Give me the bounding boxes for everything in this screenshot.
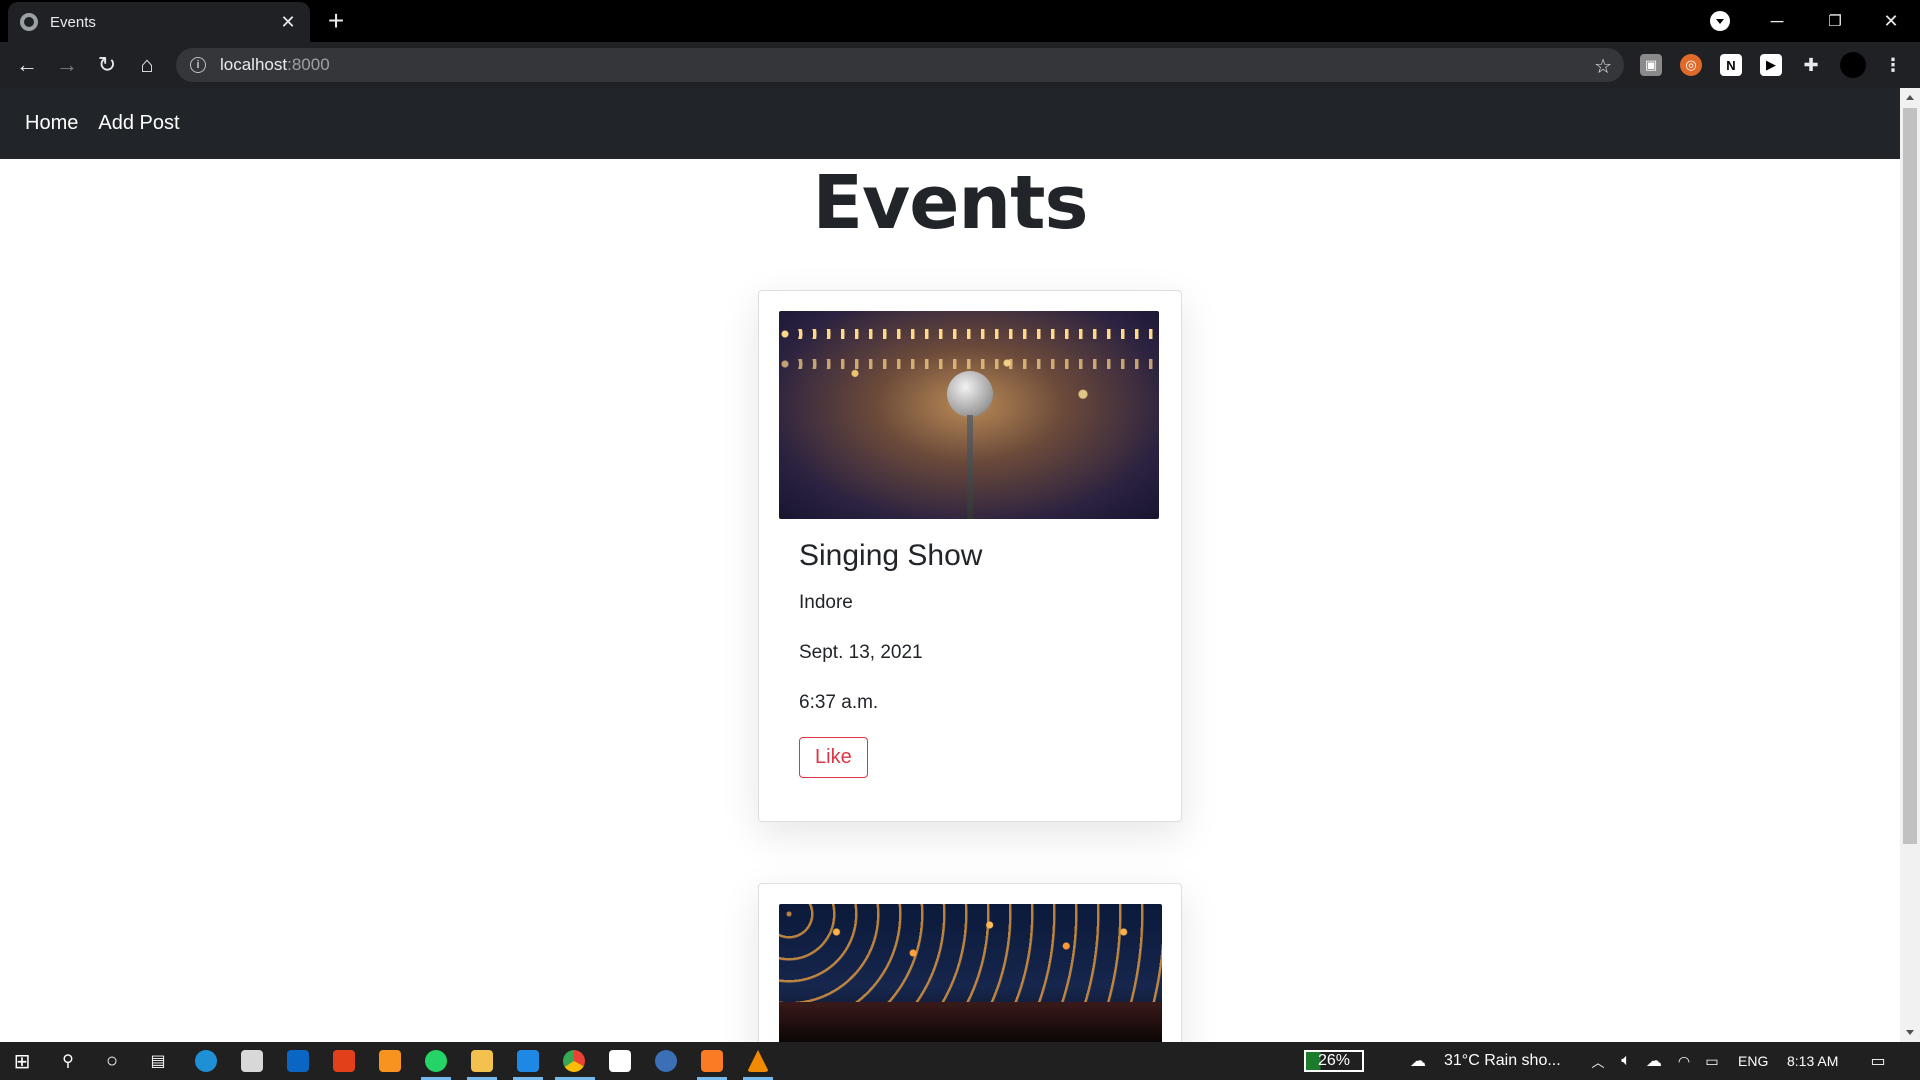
chrome-icon[interactable] <box>563 1050 585 1072</box>
weather-cloud-icon[interactable]: ☁ <box>1406 1049 1430 1073</box>
scroll-down-arrow-icon[interactable] <box>1906 1030 1914 1035</box>
notifications-icon[interactable]: ▭ <box>1866 1049 1890 1073</box>
restore-button[interactable]: ❐ <box>1806 0 1864 42</box>
string-lights <box>779 359 1159 369</box>
mail-icon[interactable] <box>287 1050 309 1072</box>
extension-player-icon[interactable]: ▶ <box>1760 54 1782 76</box>
volume-icon[interactable]: 🔈︎ <box>1614 1049 1638 1073</box>
page-scrollbar[interactable] <box>1900 88 1920 1042</box>
event-image-microphone <box>779 311 1159 519</box>
windows-taskbar: ⊞ ⚲ ○ ▤ 26% ☁ 31°C Rain sho... ︿ 🔈︎ ☁ ◠ … <box>0 1042 1920 1080</box>
scroll-up-arrow-icon[interactable] <box>1906 95 1914 100</box>
edge-icon[interactable] <box>195 1050 217 1072</box>
search-icon[interactable]: ⚲ <box>56 1049 80 1073</box>
string-lights <box>779 329 1159 339</box>
language-indicator[interactable]: ENG <box>1738 1053 1768 1069</box>
forward-arrow-icon[interactable]: → <box>52 50 82 80</box>
office-icon[interactable] <box>333 1050 355 1072</box>
event-date: Sept. 13, 2021 <box>799 642 923 663</box>
battery-indicator[interactable]: 26% <box>1304 1050 1364 1072</box>
cortana-icon[interactable]: ○ <box>100 1049 124 1073</box>
event-location: Indore <box>799 592 853 613</box>
onedrive-cloud-icon[interactable]: ☁ <box>1642 1049 1666 1073</box>
vlc-icon[interactable] <box>747 1050 769 1072</box>
vscode-icon[interactable] <box>517 1050 539 1072</box>
menu-kebab-icon[interactable]: ⋮ <box>1882 54 1904 76</box>
event-time: 6:37 a.m. <box>799 692 879 713</box>
site-navbar: Home Add Post <box>0 88 1900 159</box>
microphone-icon <box>947 371 993 417</box>
like-button[interactable]: Like <box>799 737 868 778</box>
bookmark-star-icon[interactable]: ☆ <box>1594 54 1612 79</box>
wifi-icon[interactable]: ◠ <box>1672 1049 1696 1073</box>
url-host: localhost <box>220 55 288 74</box>
reload-icon[interactable]: ↻ <box>92 50 122 80</box>
scrollbar-thumb[interactable] <box>1903 108 1917 844</box>
browser-toolbar: ← → ↻ ⌂ i localhost:8000 ☆ ▣ ◎ N ▶ ✚ ⋮ <box>0 42 1920 88</box>
address-bar[interactable]: i localhost:8000 ☆ <box>176 48 1624 82</box>
extension-glasses-icon[interactable]: ◎ <box>1680 54 1702 76</box>
window-close-button[interactable]: ✕ <box>1862 0 1920 42</box>
extensions-puzzle-icon[interactable]: ✚ <box>1800 54 1822 76</box>
store-icon[interactable] <box>241 1050 263 1072</box>
task-view-icon[interactable]: ▤ <box>146 1049 170 1073</box>
nav-link-home[interactable]: Home <box>25 112 78 135</box>
tab-title: Events <box>50 13 96 31</box>
browser-tab[interactable]: Events ✕ <box>8 2 310 42</box>
home-icon[interactable]: ⌂ <box>132 50 162 80</box>
notion-icon[interactable] <box>609 1050 631 1072</box>
event-card: Singing Show Indore Sept. 13, 2021 6:37 … <box>758 290 1182 822</box>
back-arrow-icon[interactable]: ← <box>12 50 42 80</box>
tab-search-icon[interactable] <box>1710 11 1730 31</box>
extension-notion-icon[interactable]: N <box>1720 54 1742 76</box>
url-port: :8000 <box>287 55 330 74</box>
new-tab-button[interactable]: + <box>322 7 350 35</box>
weather-text[interactable]: 31°C Rain sho... <box>1444 1052 1561 1070</box>
event-card-body: Singing Show Indore Sept. 13, 2021 6:37 … <box>779 519 1161 778</box>
app-orange-icon[interactable] <box>379 1050 401 1072</box>
microphone-stand <box>967 415 973 519</box>
whatsapp-icon[interactable] <box>425 1050 447 1072</box>
chevron-up-icon[interactable]: ︿ <box>1586 1049 1610 1073</box>
crowd <box>779 1002 1162 1044</box>
file-explorer-icon[interactable] <box>471 1050 493 1072</box>
browser-app-icon[interactable] <box>655 1050 677 1072</box>
xampp-icon[interactable] <box>701 1050 723 1072</box>
extension-contacts-icon[interactable]: ▣ <box>1640 54 1662 76</box>
tab-close-button[interactable]: ✕ <box>278 12 298 32</box>
profile-avatar[interactable] <box>1840 52 1866 78</box>
minimize-button[interactable]: ─ <box>1748 0 1806 42</box>
battery-icon[interactable]: ▭ <box>1700 1049 1724 1073</box>
nav-link-add-post[interactable]: Add Post <box>98 112 179 135</box>
page-title: Events <box>812 160 1088 246</box>
clock[interactable]: 8:13 AM <box>1787 1053 1838 1069</box>
event-title: Singing Show <box>799 539 983 572</box>
windows-start-icon[interactable]: ⊞ <box>10 1049 34 1073</box>
site-info-icon[interactable]: i <box>190 57 206 73</box>
event-image-lanterns <box>779 904 1162 1044</box>
browser-tabstrip: Events ✕ + ─ ❐ ✕ <box>0 0 1920 42</box>
globe-icon <box>20 13 38 31</box>
